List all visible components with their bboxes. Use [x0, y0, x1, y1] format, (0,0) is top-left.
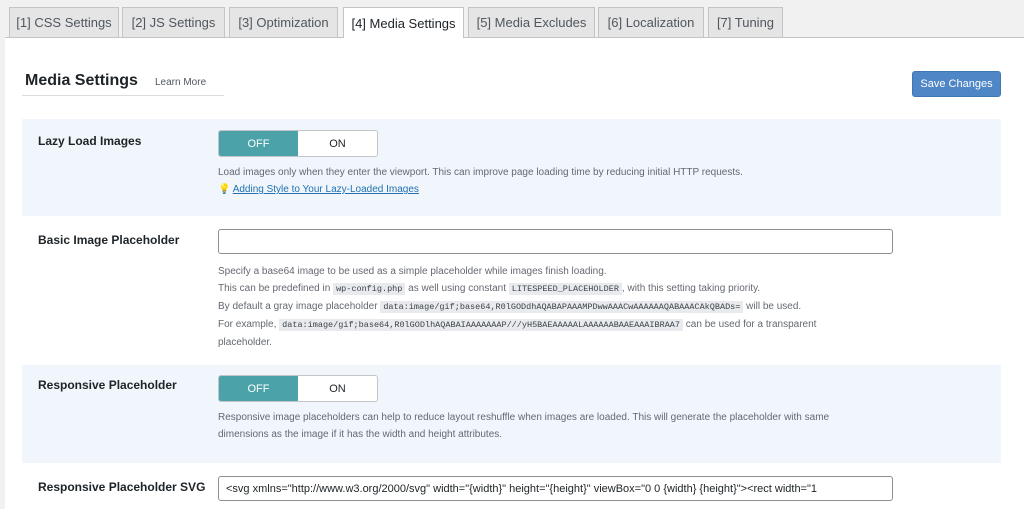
lazy-load-off-button[interactable]: OFF — [219, 131, 298, 156]
lazy-load-toggle: OFF ON — [218, 130, 378, 157]
placeholder-row: Basic Image Placeholder Specify a base64… — [22, 219, 1001, 348]
code-constant: LITESPEED_PLACEHOLDER — [508, 283, 622, 295]
placeholder-desc-line2: This can be predefined in wp-config.php … — [218, 280, 816, 298]
svg-input[interactable]: <svg xmlns="http://www.w3.org/2000/svg" … — [218, 476, 893, 501]
lazy-load-help: 💡 Adding Style to Your Lazy-Loaded Image… — [218, 181, 743, 198]
tab-css-settings[interactable]: [1] CSS Settings — [9, 7, 119, 37]
placeholder-desc-text: For example, — [218, 319, 277, 330]
responsive-desc-line1: Responsive image placeholders can help t… — [218, 412, 830, 423]
responsive-desc-line2: dimensions as the image if it has the wi… — [218, 429, 503, 440]
lazy-load-description-text: Load images only when they enter the vie… — [218, 167, 743, 178]
lazy-load-on-button[interactable]: ON — [298, 131, 377, 156]
placeholder-label: Basic Image Placeholder — [38, 233, 180, 247]
lazy-load-style-link[interactable]: Adding Style to Your Lazy-Loaded Images — [233, 184, 419, 195]
placeholder-desc-text: This can be predefined in — [218, 283, 331, 294]
settings-panel: Media Settings Learn More Save Changes L… — [5, 37, 1024, 509]
responsive-on-button[interactable]: ON — [298, 376, 377, 401]
responsive-off-button[interactable]: OFF — [219, 376, 298, 401]
placeholder-desc-text: , with this setting taking priority. — [621, 283, 761, 294]
placeholder-desc-line5: placeholder. — [218, 337, 272, 348]
tab-localization[interactable]: [6] Localization — [598, 7, 704, 37]
save-changes-button[interactable]: Save Changes — [912, 71, 1001, 97]
tab-media-excludes[interactable]: [5] Media Excludes — [468, 7, 595, 37]
tab-optimization[interactable]: [3] Optimization — [229, 7, 338, 37]
lazy-load-description: Load images only when they enter the vie… — [218, 164, 743, 198]
tab-media-settings[interactable]: [4] Media Settings — [343, 7, 464, 38]
placeholder-description: Specify a base64 image to be used as a s… — [218, 263, 816, 351]
settings-tabs: [1] CSS Settings [2] JS Settings [3] Opt… — [0, 7, 1024, 38]
lazy-load-label: Lazy Load Images — [38, 134, 142, 148]
placeholder-input[interactable] — [218, 229, 893, 254]
svg-row: Responsive Placeholder SVG <svg xmlns="h… — [22, 466, 1001, 509]
lightbulb-icon: 💡 — [218, 184, 231, 195]
code-default-gif: data:image/gif;base64,R0lGODdhAQABAPAAAM… — [380, 301, 744, 313]
placeholder-desc-text: By default a gray image placeholder — [218, 301, 378, 312]
responsive-toggle: OFF ON — [218, 375, 378, 402]
tab-tuning[interactable]: [7] Tuning — [708, 7, 783, 37]
responsive-row: Responsive Placeholder OFF ON Responsive… — [22, 365, 1001, 463]
page-title: Media Settings — [25, 72, 138, 89]
page-header: Media Settings Learn More — [22, 71, 224, 96]
placeholder-desc-line3: By default a gray image placeholder data… — [218, 298, 816, 316]
tab-js-settings[interactable]: [2] JS Settings — [122, 7, 225, 37]
svg-label: Responsive Placeholder SVG — [38, 480, 206, 494]
responsive-description: Responsive image placeholders can help t… — [218, 409, 829, 443]
placeholder-desc-text: as well using constant — [408, 283, 507, 294]
code-wp-config: wp-config.php — [333, 283, 406, 295]
code-transparent-gif: data:image/gif;base64,R0lGODlhAQABAIAAAA… — [279, 319, 684, 331]
placeholder-desc-text: can be used for a transparent — [685, 319, 817, 330]
placeholder-desc-line1: Specify a base64 image to be used as a s… — [218, 266, 607, 277]
placeholder-desc-text: will be used. — [746, 301, 802, 312]
learn-more-link[interactable]: Learn More — [155, 77, 206, 88]
lazy-load-row: Lazy Load Images OFF ON Load images only… — [22, 119, 1001, 216]
responsive-label: Responsive Placeholder — [38, 378, 177, 392]
placeholder-desc-line4: For example, data:image/gif;base64,R0lGO… — [218, 316, 816, 334]
